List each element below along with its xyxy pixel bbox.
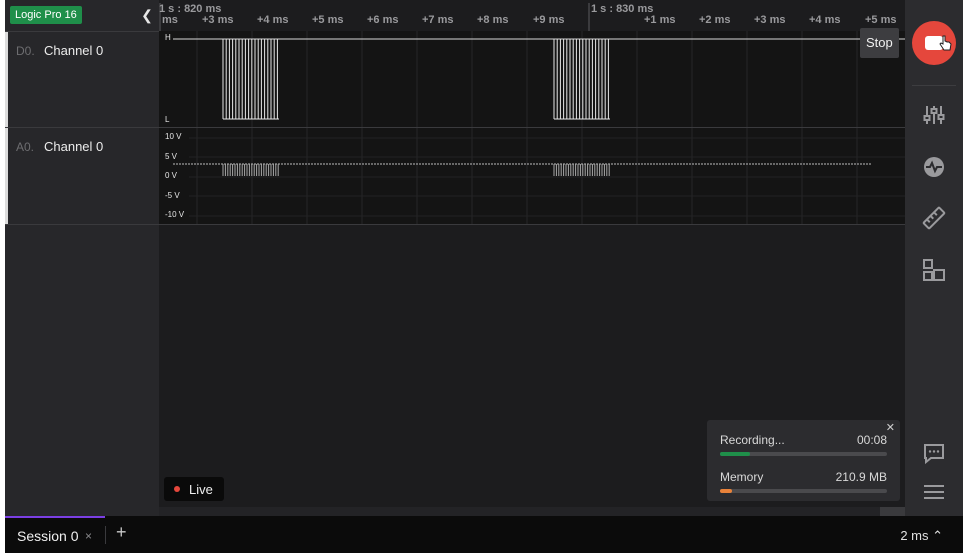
- session-tab-label: Session 0: [17, 528, 79, 544]
- zoom-level[interactable]: 2 ms ⌃: [900, 528, 943, 544]
- digital-track[interactable]: H L: [159, 31, 905, 128]
- ruler-tick: +1 ms: [644, 14, 676, 26]
- waveform-analyzer-icon[interactable]: [922, 155, 946, 179]
- ruler-tick: +4 ms: [257, 14, 289, 26]
- ruler-tick: +7 ms: [422, 14, 454, 26]
- channel-sidebar: Logic Pro 16 ❮ D0. Channel 0 A0. Channel…: [5, 0, 159, 516]
- channel-name[interactable]: Channel 0: [44, 139, 103, 154]
- channel-color-bar: [5, 32, 8, 127]
- analog-level-label: 10 V: [165, 132, 182, 141]
- time-ruler[interactable]: 1 s : 820 ms 1 s : 830 ms ms +3 ms +4 ms…: [159, 0, 905, 32]
- live-button[interactable]: Live: [164, 477, 224, 501]
- close-icon[interactable]: ✕: [886, 421, 895, 434]
- logic-analyzer-app: Logic Pro 16 ❮ D0. Channel 0 A0. Channel…: [5, 0, 963, 553]
- memory-usage-fill: [720, 489, 732, 493]
- memory-label: Memory: [720, 470, 764, 484]
- channel-id: A0.: [16, 140, 35, 154]
- ruler-tick: +3 ms: [202, 14, 234, 26]
- analog-waveform: [173, 128, 905, 224]
- stop-tooltip: Stop: [860, 28, 899, 58]
- analog-track[interactable]: 10 V 5 V 0 V -5 V -10 V: [159, 128, 905, 225]
- ruler-tick: +9 ms: [533, 14, 565, 26]
- recording-time: 00:08: [856, 433, 887, 447]
- digital-low-label: L: [165, 115, 170, 124]
- analog-level-label: -5 V: [165, 191, 180, 200]
- recording-label: Recording...: [720, 433, 785, 447]
- device-badge[interactable]: Logic Pro 16: [10, 6, 82, 24]
- stop-button[interactable]: [912, 21, 956, 65]
- channel-row-analog[interactable]: A0. Channel 0: [5, 128, 159, 225]
- add-tab-button[interactable]: +: [116, 522, 127, 543]
- right-toolbar: [905, 0, 963, 516]
- ruler-tick: +8 ms: [477, 14, 509, 26]
- recording-progress-fill: [720, 452, 751, 456]
- toolbar-divider: [912, 85, 956, 86]
- ruler-tick: +3 ms: [754, 14, 786, 26]
- ruler-tick: +5 ms: [865, 14, 897, 26]
- digital-signal-burst: [222, 39, 279, 120]
- live-dot-icon: [174, 486, 180, 492]
- scrollbar-thumb[interactable]: [880, 507, 905, 516]
- analog-level-label: 0 V: [165, 171, 178, 180]
- chat-feedback-icon[interactable]: [922, 442, 946, 466]
- extensions-icon[interactable]: [922, 258, 946, 282]
- ruler-measure-icon[interactable]: [922, 206, 946, 230]
- ruler-tick: +2 ms: [699, 14, 731, 26]
- digital-waveform: [173, 31, 905, 127]
- memory-usage-bar: [720, 489, 887, 493]
- close-tab-icon[interactable]: ×: [85, 529, 92, 543]
- digital-high-label: H: [165, 33, 171, 42]
- ruler-tick: +5 ms: [312, 14, 344, 26]
- ruler-tick: +4 ms: [809, 14, 841, 26]
- collapse-sidebar-icon[interactable]: ❮: [139, 6, 155, 24]
- analog-signal-burst: [222, 164, 279, 176]
- recording-status-card: ✕ Recording... 00:08 Memory 210.9 MB: [707, 420, 900, 501]
- bottom-tab-bar: Session 0 × + 2 ms ⌃: [5, 516, 963, 553]
- horizontal-scrollbar[interactable]: [159, 507, 905, 516]
- channel-row-digital[interactable]: D0. Channel 0: [5, 32, 159, 128]
- analog-level-label: 5 V: [165, 152, 178, 161]
- tab-session-0[interactable]: Session 0 ×: [5, 516, 105, 553]
- ruler-tick: +6 ms: [367, 14, 399, 26]
- channel-color-bar: [5, 128, 8, 224]
- sliders-icon[interactable]: [922, 103, 946, 127]
- analog-level-label: -10 V: [165, 210, 185, 219]
- channel-id: D0.: [16, 44, 35, 58]
- ruler-tick: ms: [162, 14, 178, 26]
- live-label: Live: [189, 482, 213, 497]
- hand-cursor-icon: [939, 35, 952, 51]
- device-row: Logic Pro 16 ❮: [5, 0, 159, 32]
- memory-value: 210.9 MB: [835, 470, 887, 484]
- recording-progress-bar: [720, 452, 887, 456]
- tab-divider: [105, 526, 106, 544]
- menu-icon[interactable]: [922, 480, 946, 504]
- channel-name[interactable]: Channel 0: [44, 43, 103, 58]
